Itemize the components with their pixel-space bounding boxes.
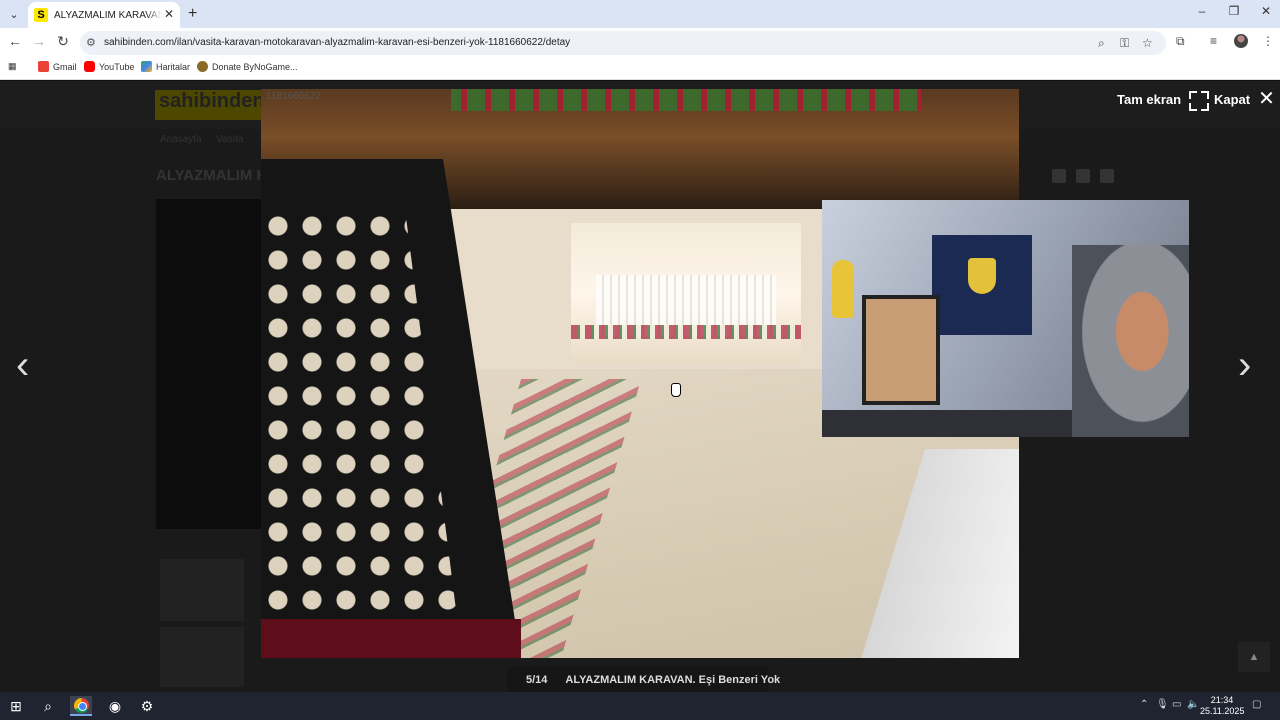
tab-close-icon[interactable]: ✕ [164,7,174,21]
bookmark-label: YouTube [99,61,135,72]
donate-icon [197,61,208,72]
photo-counter: 5/14 [526,674,548,686]
new-tab-icon[interactable]: + [188,5,197,23]
close-icon: ✕ [1258,88,1275,110]
previous-photo-arrow-icon[interactable]: ‹ [16,345,29,385]
breadcrumb-item[interactable]: Vasıta [216,134,244,145]
taskbar: ⊞ ⌕ ◉ ⚙ ⌃ 🎙 ▭ 🔈 ▢ [0,692,1280,720]
tray-overflow-icon[interactable]: ⌃ [1140,699,1148,710]
breadcrumb-item[interactable]: Anasayfa [160,134,202,145]
browser-toolbar: ← → ↻ ⚙ sahibinden.com/ilan/vasita-karav… [0,28,1280,56]
photo-flower-garland [451,89,921,111]
media-controls-icon[interactable]: ≡ [1210,34,1217,48]
taskbar-clock[interactable]: 21:34 25.11.2025 [1200,695,1244,717]
photo-embroidery [571,325,801,339]
network-icon[interactable]: ▭ [1172,699,1181,710]
bookmarks-bar: ▦ Gmail YouTube Haritalar Donate ByNoGam… [0,56,1280,80]
thumbnail[interactable] [160,627,244,687]
bookmark-label: Gmail [53,61,77,72]
facebook-share-icon[interactable] [1052,169,1066,183]
hand-cursor-icon [671,383,681,397]
zoom-icon[interactable]: ⌕ [1098,36,1105,51]
site-logo[interactable]: sahibinden.com [155,90,311,120]
start-windows-icon[interactable]: ⊞ [5,696,27,716]
x-share-icon[interactable] [1076,169,1090,183]
clock-time: 21:34 [1210,695,1234,705]
listing-number: 1181660622 [266,91,321,102]
reload-icon[interactable]: ↻ [54,33,72,50]
scroll-to-top-button[interactable]: ▲ [1238,642,1270,672]
gmail-icon [38,61,49,72]
chrome-taskbar-icon[interactable] [70,696,92,716]
bookmark-youtube[interactable]: YouTube [84,61,134,72]
bookmark-gmail[interactable]: Gmail [38,61,77,72]
restore-icon[interactable]: ❐ [1224,4,1244,18]
forward-icon[interactable]: → [30,33,48,49]
minimize-icon[interactable]: – [1192,4,1212,18]
tab-strip: ⌄ S ALYAZMALIM KARAVAN. Eşi Benzeri Yok … [0,0,1280,28]
site-info-icon[interactable]: ⚙ [86,36,96,49]
steam-taskbar-icon[interactable]: ⚙ [136,696,158,716]
volume-icon[interactable]: 🔈 [1187,699,1199,710]
fullscreen-button[interactable]: Tam ekran [1117,91,1205,107]
address-bar[interactable]: ⚙ sahibinden.com/ilan/vasita-karavan-mot… [80,31,1166,55]
apps-grid-icon[interactable]: ▦ [8,61,17,72]
site-favicon-icon: S [34,8,48,22]
obs-taskbar-icon[interactable]: ◉ [104,696,126,716]
extensions-icon[interactable]: ⧉ [1176,34,1185,49]
bookmark-label: Haritalar [156,61,191,72]
bookmark-label: Donate ByNoGame... [212,61,298,72]
tab-title: ALYAZMALIM KARAVAN. Eşi Benzeri Yok [54,9,162,21]
close-button[interactable]: Kapat ✕ [1214,88,1275,110]
search-icon[interactable]: ⌕ [37,696,59,716]
url-text: sahibinden.com/ilan/vasita-karavan-motok… [104,37,571,48]
bookmark-haritalar[interactable]: Haritalar [141,61,190,72]
listing-title: ALYAZMALIM K [156,167,268,184]
listing-main-image[interactable] [156,199,266,529]
browser-tab[interactable]: S ALYAZMALIM KARAVAN. Eşi Benzeri Yok ✕ [28,2,180,28]
profile-avatar[interactable] [1234,34,1248,48]
fullscreen-label: Tam ekran [1117,91,1182,107]
window-close-icon[interactable]: ✕ [1256,4,1276,18]
notifications-icon[interactable]: ▢ [1252,699,1261,710]
webcam-hat [832,260,854,318]
tab-search-icon[interactable]: ⌄ [4,4,24,24]
webcam-cork-board [862,295,940,405]
thumbnail[interactable] [160,559,244,621]
next-photo-arrow-icon[interactable]: › [1238,345,1251,385]
back-icon[interactable]: ← [6,33,24,49]
photo-caption: ALYAZMALIM KARAVAN. Eşi Benzeri Yok [565,674,781,686]
photo-red-trim [261,619,521,658]
clock-date: 25.11.2025 [1200,706,1245,716]
menu-kebab-icon[interactable]: ⋮ [1262,34,1274,48]
maps-icon [141,61,152,72]
email-share-icon[interactable] [1100,169,1114,183]
bookmark-donate[interactable]: Donate ByNoGame... [197,61,298,72]
chrome-icon [73,697,89,713]
webcam-overlay [822,200,1189,437]
microphone-icon[interactable]: 🎙 [1156,699,1169,710]
webcam-person [1072,245,1189,437]
youtube-icon [84,61,95,72]
password-key-icon[interactable]: ⚿ [1120,36,1129,51]
fullscreen-icon [1189,91,1205,107]
photo-caption-bar: 5/14 ALYAZMALIM KARAVAN. Eşi Benzeri Yok [507,667,780,693]
close-label: Kapat [1214,91,1251,107]
bookmark-star-icon[interactable]: ☆ [1142,36,1153,50]
webcam-flag-emblem [968,258,996,294]
